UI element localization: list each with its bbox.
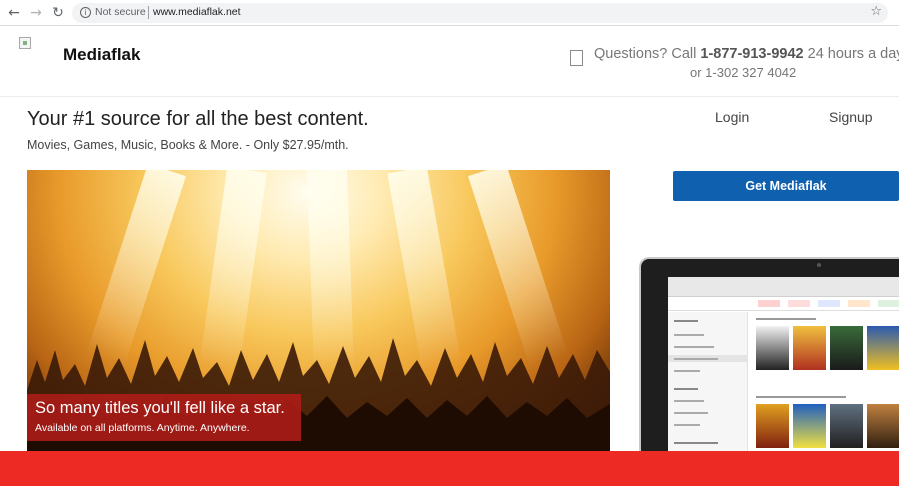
url-text[interactable]: www.mediaflak.net xyxy=(153,6,241,18)
screen-line xyxy=(674,412,708,414)
bottom-red-banner xyxy=(0,451,899,486)
screen-line xyxy=(674,424,700,426)
screen-line xyxy=(674,442,718,444)
caption-title: So many titles you'll fell like a star. xyxy=(35,399,285,417)
screen-heading xyxy=(756,396,846,398)
screen-tab xyxy=(878,300,899,307)
contact-hours: 24 hours a day, 7 xyxy=(807,46,899,62)
forward-arrow-icon[interactable]: → xyxy=(28,5,44,21)
screen-game-tile xyxy=(830,404,863,448)
screen-content xyxy=(750,312,899,455)
browser-toolbar: ← → ↻ i Not secure www.mediaflak.net ☆ xyxy=(0,0,899,26)
screen-line xyxy=(674,400,704,402)
header-divider xyxy=(0,96,899,97)
screen-tab xyxy=(788,300,810,307)
screen-game-tile xyxy=(756,404,789,448)
contact-phone[interactable]: 1-877-913-9942 xyxy=(700,46,803,62)
screen-nav-bar xyxy=(668,297,899,311)
laptop-screen xyxy=(668,277,899,455)
screen-line xyxy=(674,370,700,372)
hero-headline: Your #1 source for all the best content. xyxy=(27,108,369,130)
hero-caption: So many titles you'll fell like a star. … xyxy=(27,394,301,441)
chat-checkbox-icon[interactable] xyxy=(570,50,583,66)
brand-name[interactable]: Mediaflak xyxy=(63,45,140,65)
screen-tab xyxy=(758,300,780,307)
reload-icon[interactable]: ↻ xyxy=(50,5,66,21)
screen-line xyxy=(674,320,698,322)
screen-game-tile xyxy=(793,404,826,448)
caption-subtitle: Available on all platforms. Anytime. Any… xyxy=(35,422,250,434)
screen-tab xyxy=(818,300,840,307)
screen-line xyxy=(674,346,714,348)
screen-browser-bar xyxy=(668,277,899,297)
info-icon[interactable]: i xyxy=(80,7,91,18)
signup-link[interactable]: Signup xyxy=(829,109,873,125)
hero-concert-image: So many titles you'll fell like a star. … xyxy=(27,170,610,456)
screen-line xyxy=(674,358,718,360)
screen-line xyxy=(674,388,698,390)
screen-tab xyxy=(848,300,870,307)
screen-game-tile xyxy=(867,326,899,370)
screen-line xyxy=(674,334,704,336)
contact-prefix: Questions? Call xyxy=(594,46,697,62)
contact-alt-phone: or 1-302 327 4042 xyxy=(690,65,797,80)
address-bar[interactable]: i Not secure www.mediaflak.net ☆ xyxy=(72,3,888,23)
screen-sidebar xyxy=(668,312,748,455)
back-arrow-icon[interactable]: ← xyxy=(6,5,22,21)
screen-game-tile xyxy=(830,326,863,370)
bookmark-star-icon[interactable]: ☆ xyxy=(870,4,882,19)
screen-heading xyxy=(756,318,816,320)
laptop-mockup-image xyxy=(639,257,899,457)
security-label: Not secure xyxy=(95,6,146,18)
login-link[interactable]: Login xyxy=(715,109,749,125)
screen-game-tile xyxy=(756,326,789,370)
laptop-camera xyxy=(817,263,821,267)
broken-logo-image xyxy=(19,37,31,49)
contact-info: Questions? Call 1-877-913-9942 24 hours … xyxy=(594,46,899,62)
screen-game-tile xyxy=(793,326,826,370)
hero-subheadline: Movies, Games, Music, Books & More. - On… xyxy=(27,138,349,152)
get-mediaflak-button[interactable]: Get Mediaflak xyxy=(673,171,899,201)
screen-game-tile xyxy=(867,404,899,448)
url-separator xyxy=(148,6,149,19)
